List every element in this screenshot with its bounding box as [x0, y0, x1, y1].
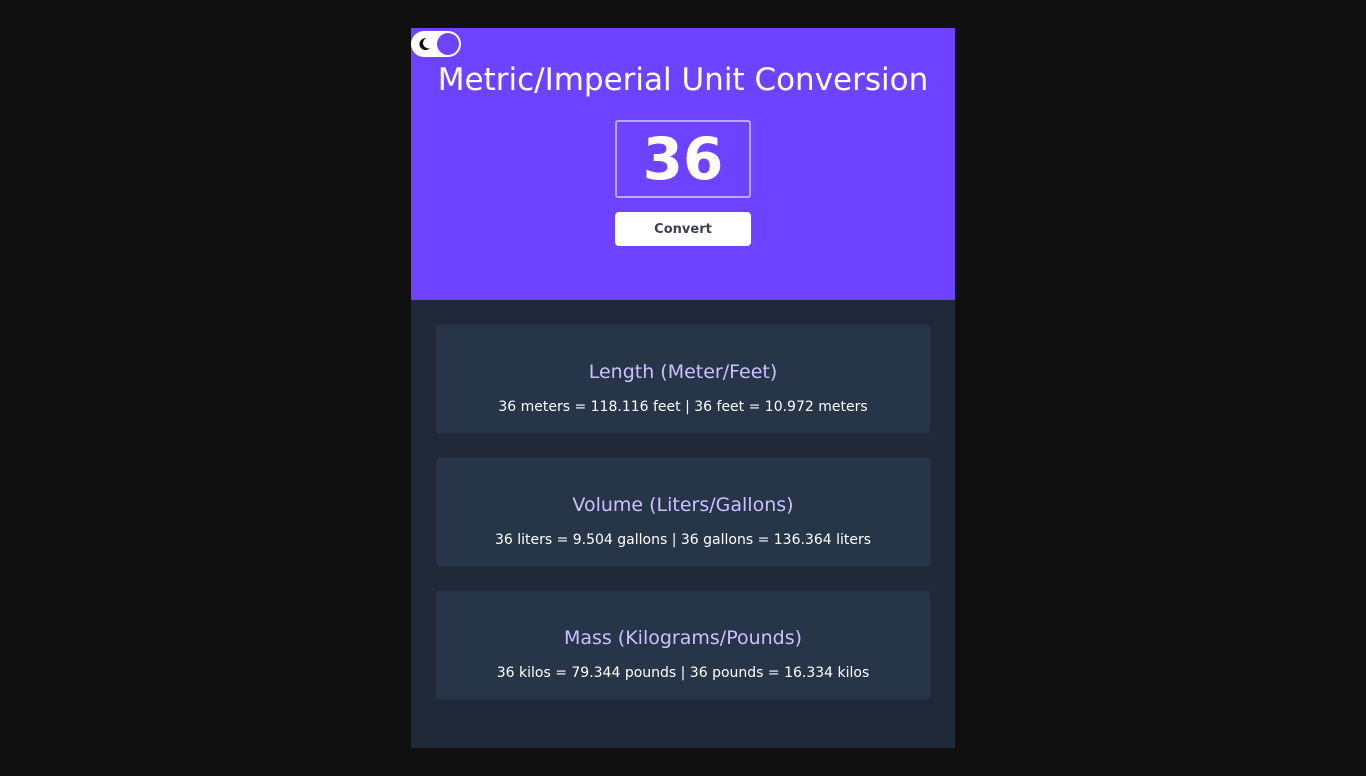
convert-button[interactable]: Convert [615, 212, 751, 246]
theme-toggle[interactable] [411, 31, 461, 57]
mass-card-title: Mass (Kilograms/Pounds) [563, 627, 803, 649]
length-card: Length (Meter/Feet) 36 meters = 118.116 … [436, 325, 930, 433]
number-input[interactable] [615, 120, 751, 198]
mass-card-result: 36 kilos = 79.344 pounds | 36 pounds = 1… [496, 665, 870, 681]
volume-card-result: 36 liters = 9.504 gallons | 36 gallons =… [494, 532, 872, 548]
length-card-title: Length (Meter/Feet) [588, 361, 778, 383]
volume-card: Volume (Liters/Gallons) 36 liters = 9.50… [436, 458, 930, 566]
toggle-knob [437, 33, 459, 55]
page-title: Metric/Imperial Unit Conversion [437, 62, 929, 98]
moon-icon [419, 38, 430, 51]
length-card-result: 36 meters = 118.116 feet | 36 feet = 10.… [498, 399, 868, 415]
header-panel: Metric/Imperial Unit Conversion Convert [411, 28, 955, 300]
converter-app: Metric/Imperial Unit Conversion Convert … [411, 28, 955, 748]
mass-card: Mass (Kilograms/Pounds) 36 kilos = 79.34… [436, 591, 930, 699]
volume-card-title: Volume (Liters/Gallons) [572, 494, 794, 516]
